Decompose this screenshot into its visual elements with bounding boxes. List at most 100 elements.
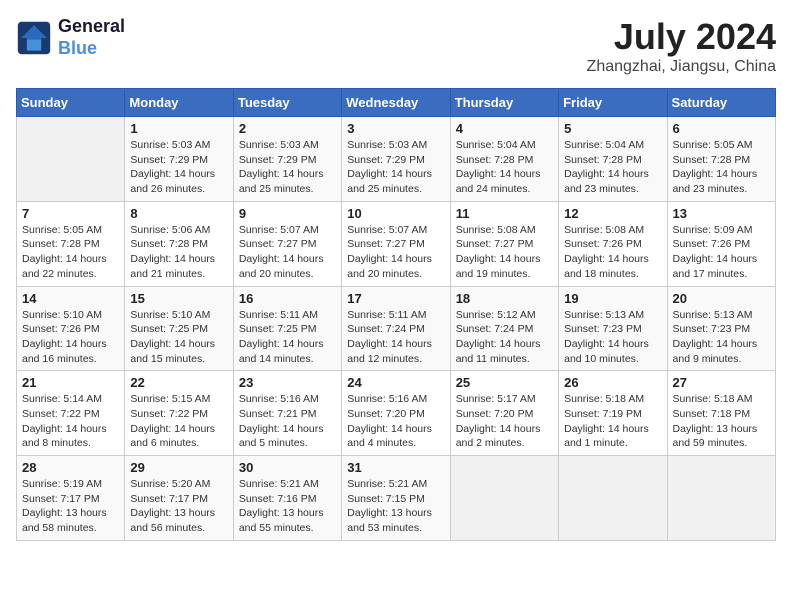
- day-info: Sunrise: 5:11 AMSunset: 7:24 PMDaylight:…: [347, 308, 444, 367]
- day-number: 18: [456, 291, 553, 306]
- week-row: 7 Sunrise: 5:05 AMSunset: 7:28 PMDaylight…: [17, 201, 776, 286]
- day-cell: [450, 456, 558, 541]
- header-cell-friday: Friday: [559, 89, 667, 117]
- day-cell: 15 Sunrise: 5:10 AMSunset: 7:25 PMDayligh…: [125, 286, 233, 371]
- day-info: Sunrise: 5:10 AMSunset: 7:26 PMDaylight:…: [22, 308, 119, 367]
- day-cell: 29 Sunrise: 5:20 AMSunset: 7:17 PMDayligh…: [125, 456, 233, 541]
- day-number: 30: [239, 460, 336, 475]
- day-cell: 27Sunrise: 5:18 AMSunset: 7:18 PMDayligh…: [667, 371, 775, 456]
- header-cell-monday: Monday: [125, 89, 233, 117]
- day-cell: 23 Sunrise: 5:16 AMSunset: 7:21 PMDayligh…: [233, 371, 341, 456]
- day-number: 27: [673, 375, 770, 390]
- day-cell: 11 Sunrise: 5:08 AMSunset: 7:27 PMDayligh…: [450, 201, 558, 286]
- day-info: Sunrise: 5:05 AMSunset: 7:28 PMDaylight:…: [22, 223, 119, 282]
- day-number: 14: [22, 291, 119, 306]
- day-info: Sunrise: 5:07 AMSunset: 7:27 PMDaylight:…: [239, 223, 336, 282]
- day-info: Sunrise: 5:15 AMSunset: 7:22 PMDaylight:…: [130, 392, 227, 451]
- header-cell-tuesday: Tuesday: [233, 89, 341, 117]
- day-cell: 5 Sunrise: 5:04 AMSunset: 7:28 PMDaylight…: [559, 117, 667, 202]
- day-cell: [667, 456, 775, 541]
- week-row: 21Sunrise: 5:14 AMSunset: 7:22 PMDayligh…: [17, 371, 776, 456]
- day-info: Sunrise: 5:03 AMSunset: 7:29 PMDaylight:…: [130, 138, 227, 197]
- day-number: 7: [22, 206, 119, 221]
- logo-icon: [16, 20, 52, 56]
- day-cell: 9 Sunrise: 5:07 AMSunset: 7:27 PMDaylight…: [233, 201, 341, 286]
- day-info: Sunrise: 5:08 AMSunset: 7:27 PMDaylight:…: [456, 223, 553, 282]
- page-header: General Blue July 2024 Zhangzhai, Jiangs…: [16, 16, 776, 76]
- day-cell: 20Sunrise: 5:13 AMSunset: 7:23 PMDayligh…: [667, 286, 775, 371]
- day-info: Sunrise: 5:11 AMSunset: 7:25 PMDaylight:…: [239, 308, 336, 367]
- day-cell: 19 Sunrise: 5:13 AMSunset: 7:23 PMDayligh…: [559, 286, 667, 371]
- day-info: Sunrise: 5:04 AMSunset: 7:28 PMDaylight:…: [456, 138, 553, 197]
- day-info: Sunrise: 5:10 AMSunset: 7:25 PMDaylight:…: [130, 308, 227, 367]
- day-info: Sunrise: 5:20 AMSunset: 7:17 PMDaylight:…: [130, 477, 227, 536]
- header-cell-sunday: Sunday: [17, 89, 125, 117]
- day-info: Sunrise: 5:19 AMSunset: 7:17 PMDaylight:…: [22, 477, 119, 536]
- day-cell: 31Sunrise: 5:21 AMSunset: 7:15 PMDayligh…: [342, 456, 450, 541]
- logo-text: General Blue: [58, 16, 125, 59]
- day-number: 28: [22, 460, 119, 475]
- day-cell: 24 Sunrise: 5:16 AMSunset: 7:20 PMDayligh…: [342, 371, 450, 456]
- day-info: Sunrise: 5:13 AMSunset: 7:23 PMDaylight:…: [673, 308, 770, 367]
- day-cell: 26Sunrise: 5:18 AMSunset: 7:19 PMDayligh…: [559, 371, 667, 456]
- day-number: 1: [130, 121, 227, 136]
- day-number: 9: [239, 206, 336, 221]
- day-cell: 8 Sunrise: 5:06 AMSunset: 7:28 PMDaylight…: [125, 201, 233, 286]
- day-info: Sunrise: 5:18 AMSunset: 7:19 PMDaylight:…: [564, 392, 661, 451]
- day-number: 25: [456, 375, 553, 390]
- day-info: Sunrise: 5:06 AMSunset: 7:28 PMDaylight:…: [130, 223, 227, 282]
- day-number: 8: [130, 206, 227, 221]
- day-info: Sunrise: 5:07 AMSunset: 7:27 PMDaylight:…: [347, 223, 444, 282]
- day-number: 16: [239, 291, 336, 306]
- day-cell: 2 Sunrise: 5:03 AMSunset: 7:29 PMDaylight…: [233, 117, 341, 202]
- day-number: 15: [130, 291, 227, 306]
- header-row: SundayMondayTuesdayWednesdayThursdayFrid…: [17, 89, 776, 117]
- day-cell: 16 Sunrise: 5:11 AMSunset: 7:25 PMDayligh…: [233, 286, 341, 371]
- day-number: 21: [22, 375, 119, 390]
- day-info: Sunrise: 5:03 AMSunset: 7:29 PMDaylight:…: [347, 138, 444, 197]
- day-info: Sunrise: 5:16 AMSunset: 7:21 PMDaylight:…: [239, 392, 336, 451]
- day-number: 3: [347, 121, 444, 136]
- day-cell: 21Sunrise: 5:14 AMSunset: 7:22 PMDayligh…: [17, 371, 125, 456]
- day-info: Sunrise: 5:08 AMSunset: 7:26 PMDaylight:…: [564, 223, 661, 282]
- day-cell: 13 Sunrise: 5:09 AMSunset: 7:26 PMDayligh…: [667, 201, 775, 286]
- header-cell-thursday: Thursday: [450, 89, 558, 117]
- header-cell-saturday: Saturday: [667, 89, 775, 117]
- day-number: 24: [347, 375, 444, 390]
- day-info: Sunrise: 5:04 AMSunset: 7:28 PMDaylight:…: [564, 138, 661, 197]
- header-cell-wednesday: Wednesday: [342, 89, 450, 117]
- day-cell: 3 Sunrise: 5:03 AMSunset: 7:29 PMDaylight…: [342, 117, 450, 202]
- calendar-body: 1 Sunrise: 5:03 AMSunset: 7:29 PMDaylight…: [17, 117, 776, 541]
- day-number: 5: [564, 121, 661, 136]
- day-number: 2: [239, 121, 336, 136]
- day-info: Sunrise: 5:09 AMSunset: 7:26 PMDaylight:…: [673, 223, 770, 282]
- day-info: Sunrise: 5:16 AMSunset: 7:20 PMDaylight:…: [347, 392, 444, 451]
- day-cell: 28 Sunrise: 5:19 AMSunset: 7:17 PMDayligh…: [17, 456, 125, 541]
- day-info: Sunrise: 5:03 AMSunset: 7:29 PMDaylight:…: [239, 138, 336, 197]
- week-row: 14 Sunrise: 5:10 AMSunset: 7:26 PMDayligh…: [17, 286, 776, 371]
- day-cell: 14 Sunrise: 5:10 AMSunset: 7:26 PMDayligh…: [17, 286, 125, 371]
- day-number: 6: [673, 121, 770, 136]
- calendar-header: SundayMondayTuesdayWednesdayThursdayFrid…: [17, 89, 776, 117]
- day-cell: 12Sunrise: 5:08 AMSunset: 7:26 PMDayligh…: [559, 201, 667, 286]
- calendar-table: SundayMondayTuesdayWednesdayThursdayFrid…: [16, 88, 776, 541]
- day-cell: 6 Sunrise: 5:05 AMSunset: 7:28 PMDaylight…: [667, 117, 775, 202]
- day-info: Sunrise: 5:05 AMSunset: 7:28 PMDaylight:…: [673, 138, 770, 197]
- day-cell: 18Sunrise: 5:12 AMSunset: 7:24 PMDayligh…: [450, 286, 558, 371]
- day-number: 17: [347, 291, 444, 306]
- day-number: 23: [239, 375, 336, 390]
- day-number: 13: [673, 206, 770, 221]
- day-info: Sunrise: 5:13 AMSunset: 7:23 PMDaylight:…: [564, 308, 661, 367]
- location: Zhangzhai, Jiangsu, China: [587, 58, 776, 76]
- day-number: 19: [564, 291, 661, 306]
- week-row: 28 Sunrise: 5:19 AMSunset: 7:17 PMDayligh…: [17, 456, 776, 541]
- day-cell: 17 Sunrise: 5:11 AMSunset: 7:24 PMDayligh…: [342, 286, 450, 371]
- day-cell: 30 Sunrise: 5:21 AMSunset: 7:16 PMDayligh…: [233, 456, 341, 541]
- month-year: July 2024: [587, 16, 776, 58]
- day-number: 29: [130, 460, 227, 475]
- day-info: Sunrise: 5:21 AMSunset: 7:16 PMDaylight:…: [239, 477, 336, 536]
- day-number: 11: [456, 206, 553, 221]
- day-number: 22: [130, 375, 227, 390]
- day-cell: 4Sunrise: 5:04 AMSunset: 7:28 PMDaylight…: [450, 117, 558, 202]
- day-cell: 25Sunrise: 5:17 AMSunset: 7:20 PMDayligh…: [450, 371, 558, 456]
